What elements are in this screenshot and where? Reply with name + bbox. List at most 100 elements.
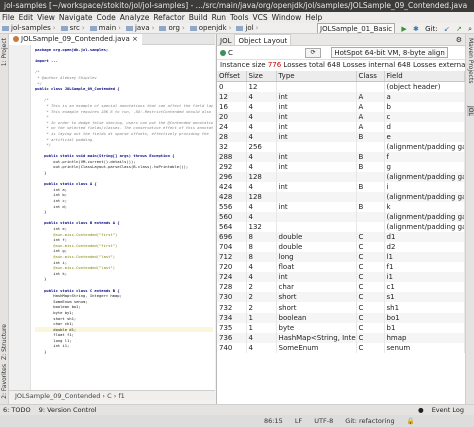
jol-tool-button[interactable]: JOL [467,106,474,116]
vm-mode-selector[interactable]: HotSpot 64-bit VM, 8-byte align [331,47,448,58]
breadcrumb-project[interactable]: jol-samples › [0,23,59,33]
structure-tool-button[interactable]: Z: Structure [1,324,8,360]
editor-breadcrumb-inner[interactable]: C [107,392,112,400]
layout-row[interactable]: 20 4 int Ac [217,111,465,122]
layout-row[interactable]: 16 4 int Ab [217,101,465,112]
breadcrumb-jol[interactable]: jol › [234,23,261,33]
search-icon[interactable]: ⌕ [468,24,472,33]
maven-projects-button[interactable]: Maven Projects [467,38,474,83]
layout-row[interactable]: 12 4 int Aa [217,91,465,102]
vcs-commit-icon[interactable]: ↗ [456,24,462,33]
layout-row[interactable]: 564132 (alignment/padding gap) [217,222,465,233]
layout-row[interactable]: 24 4 int Ad [217,121,465,132]
status-bar: 6: TODO 9: Version Control ● Event Log [0,404,474,415]
offset-cell: 24 [217,121,247,132]
type-cell: byte [276,322,357,333]
menu-build[interactable]: Build [187,12,210,23]
field-cell: d [384,121,465,132]
menu-edit[interactable]: Edit [17,12,36,23]
layout-row[interactable]: 296128 (alignment/padding gap) [217,171,465,182]
object-layout-tab[interactable]: Object Layout [234,34,292,45]
code-line[interactable]: * is laying out the fields at sparse off… [35,131,213,137]
code-line[interactable] [35,355,213,361]
line-separator[interactable]: LF [295,417,302,425]
menu-vcs[interactable]: VCS [250,12,269,23]
breadcrumb-src[interactable]: src › [59,23,88,33]
menu-help[interactable]: Help [303,12,324,23]
layout-row[interactable]: 288 4 int Bf [217,151,465,162]
code-editor[interactable]: package org.openjdk.jol.samples; import .… [9,45,215,390]
layout-row[interactable]: 7364HashMap<String, Integer>Chmap [217,332,465,343]
debug-icon[interactable]: ✱ [413,24,419,33]
offset-cell: 296 [217,171,247,182]
breadcrumb-main[interactable]: main › [88,23,124,33]
run-toolbar: JOLSample_01_Basic ▶ ✱ Git: ↙ ↗ ⌕ [313,23,472,33]
layout-row[interactable]: 734 1 boolean Cbo1 [217,312,465,323]
caret-position[interactable]: 86:15 [264,417,283,425]
menu-code[interactable]: Code [95,12,118,23]
type-cell: int [276,91,357,102]
layout-row[interactable]: 696 8 double Cd1 [217,232,465,243]
code-content[interactable]: package org.openjdk.jol.samples; import .… [35,47,213,360]
type-cell: short [276,302,357,313]
layout-row[interactable]: 740 4 SomeEnum Csenum [217,342,465,353]
breadcrumb-openjdk[interactable]: openjdk › [188,23,235,33]
type-cell: int [276,111,357,122]
lock-icon[interactable]: 🔒 [407,417,415,425]
line-gutter[interactable] [9,45,31,390]
menu-analyze[interactable]: Analyze [118,12,152,23]
editor-breadcrumb-field[interactable]: f1 [118,392,124,400]
layout-row[interactable]: 28 4 int Be [217,131,465,142]
class-cell: C [356,292,385,303]
editor-breadcrumb-class[interactable]: JOLSample_09_Contended [15,392,100,400]
menu-view[interactable]: View [35,12,57,23]
layout-row[interactable]: 728 2 char Cc1 [217,282,465,293]
layout-row[interactable]: 5604 (alignment/padding gap) [217,212,465,223]
layout-row[interactable]: 730 2 short Cs1 [217,292,465,303]
menu-refactor[interactable]: Refactor [151,12,186,23]
layout-row[interactable]: 292 4 int Bg [217,161,465,172]
refresh-button[interactable]: ⟳ [305,48,322,58]
project-tool-button[interactable]: 1: Project [1,38,8,66]
code-line[interactable]: * This example requires JDK 8 to run, -X… [35,109,213,115]
layout-row[interactable]: 735 1 byte Cb1 [217,322,465,333]
layout-row[interactable]: 424 4 int Bi [217,181,465,192]
code-line[interactable]: * This is an example of special annotati… [35,103,213,109]
column-type[interactable]: Type [276,71,357,82]
vcs-update-icon[interactable]: ↙ [444,24,450,33]
layout-row[interactable]: 428128 (alignment/padding gap) [217,191,465,203]
git-branch[interactable]: Git: refactoring [345,417,394,425]
menu-window[interactable]: Window [270,12,304,23]
layout-row[interactable]: 704 8 double Cd2 [217,242,465,253]
run-config-selector[interactable]: JOLSample_01_Basic [317,23,396,33]
jol-tab[interactable]: JOL [217,35,234,45]
column-size[interactable]: Size [246,71,277,82]
menu-navigate[interactable]: Navigate [57,12,95,23]
favorites-tool-button[interactable]: 2: Favorites [1,364,8,399]
layout-row[interactable]: 556 4 int Bk [217,202,465,213]
menu-run[interactable]: Run [210,12,228,23]
code-line[interactable]: out.println(ClassLayout.parseClass(B.cla… [35,164,213,170]
layout-row[interactable]: 732 2 short Csh1 [217,302,465,313]
run-icon[interactable]: ▶ [401,24,406,33]
size-cell: 2 [246,292,277,303]
column-class[interactable]: Class [356,71,385,82]
column-offset[interactable]: Offset [217,71,247,82]
menu-file[interactable]: File [0,12,17,23]
editor-tab-jolsample[interactable]: JOLSample_09_Contended.java × [9,34,142,45]
close-icon[interactable]: × [132,35,138,43]
breadcrumb-java[interactable]: java › [124,23,157,33]
layout-row[interactable]: 32256 (alignment/padding gap) [217,141,465,152]
field-cell: hmap [384,332,465,343]
settings-icon[interactable]: ⚙ [453,34,465,45]
menu-tools[interactable]: Tools [228,12,250,23]
layout-row[interactable]: 0 12 (object header) [217,81,465,92]
folder-icon [189,25,197,31]
file-encoding[interactable]: UTF-8 [314,417,333,425]
editor-tab-label: JOLSample_09_Contended.java [21,35,130,43]
layout-row[interactable]: 720 4 float Cf1 [217,262,465,273]
breadcrumb-org[interactable]: org › [157,23,187,33]
column-field[interactable]: Field [384,71,465,82]
layout-row[interactable]: 712 8 long Cl1 [217,252,465,263]
layout-row[interactable]: 724 4 int Ci1 [217,272,465,283]
